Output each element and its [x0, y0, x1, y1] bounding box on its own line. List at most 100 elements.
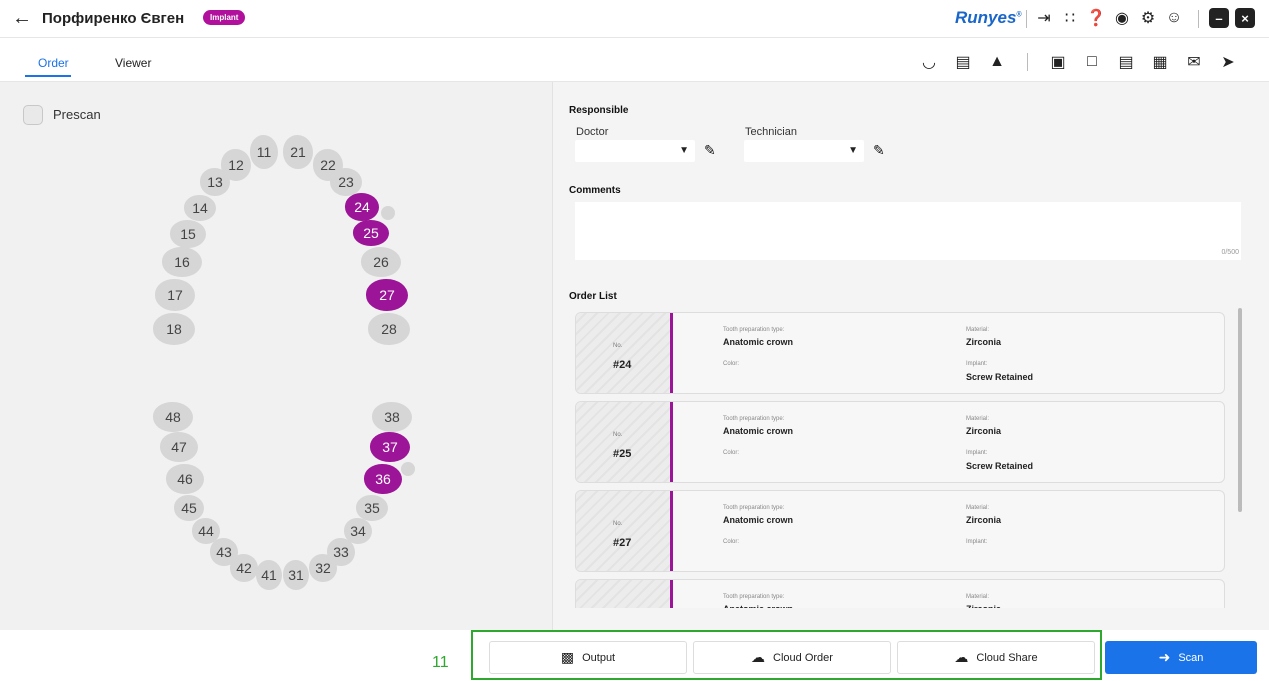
- tooth-47[interactable]: 47: [160, 432, 198, 462]
- tab-order[interactable]: Order: [38, 56, 69, 70]
- responsible-title: Responsible: [569, 105, 629, 116]
- prep-value: Anatomic crown: [723, 337, 794, 347]
- tooth-27[interactable]: 27: [366, 279, 408, 311]
- card-accent-bar: [670, 491, 673, 571]
- cloud-order-button[interactable]: ☁ Cloud Order: [693, 641, 891, 674]
- output-button[interactable]: ▩ Output: [489, 641, 687, 674]
- help-icon[interactable]: ❓: [1086, 8, 1106, 28]
- material-value: Zirconia: [966, 337, 1002, 347]
- color-label: Color:: [723, 450, 740, 456]
- tooth-34[interactable]: 34: [344, 518, 372, 544]
- settings-gear-icon[interactable]: ⚙: [1138, 8, 1158, 28]
- highlight-number: 11: [432, 654, 449, 671]
- implant-marker: [381, 206, 395, 220]
- upper-jaw-icon[interactable]: ◡: [917, 51, 941, 73]
- prescan-checkbox[interactable]: [23, 105, 43, 125]
- tooth-35[interactable]: 35: [356, 495, 388, 521]
- tooth-38[interactable]: 38: [372, 402, 412, 432]
- order-card[interactable]: No. #27 Tooth preparation type: Anatomic cr…: [575, 490, 1225, 572]
- card-accent-bar: [670, 313, 673, 393]
- tab-viewer[interactable]: Viewer: [115, 56, 151, 70]
- tooth-45[interactable]: 45: [174, 495, 204, 521]
- divider: [1198, 10, 1199, 28]
- implant-label: Implant:: [966, 539, 988, 545]
- tooth-14[interactable]: 14: [184, 195, 216, 221]
- folder-icon[interactable]: □: [1080, 51, 1104, 73]
- prescan-label: Prescan: [53, 107, 101, 122]
- close-icon[interactable]: ×: [1235, 8, 1255, 28]
- order-number: #25: [613, 448, 632, 460]
- lower-jaw-icon[interactable]: ▤: [951, 51, 975, 73]
- no-label: No.: [613, 432, 623, 438]
- tooth-31[interactable]: 31: [283, 560, 309, 590]
- cloud-share-button[interactable]: ☁ Cloud Share: [897, 641, 1095, 674]
- tooth-42[interactable]: 42: [230, 554, 258, 582]
- tooth-25[interactable]: 25: [353, 220, 389, 246]
- scan-button[interactable]: ➜ Scan: [1105, 641, 1257, 674]
- comments-title: Comments: [569, 185, 621, 196]
- caret-down-icon: ▼: [679, 145, 689, 156]
- tooth-18[interactable]: 18: [153, 313, 195, 345]
- implant-marker: [401, 462, 415, 476]
- implant-badge: Implant: [203, 10, 246, 25]
- edit-doctor-pencil-icon[interactable]: ✎: [704, 142, 716, 159]
- tooth-thumbnail: [576, 491, 670, 571]
- order-card[interactable]: No. #24 Tooth preparation type: Anatomic cr…: [575, 312, 1225, 394]
- tooth-46[interactable]: 46: [166, 464, 204, 494]
- order-list: No. #24 Tooth preparation type: Anatomic cr…: [575, 312, 1227, 608]
- tooth-48[interactable]: 48: [153, 402, 193, 432]
- caret-down-icon: ▼: [848, 145, 858, 156]
- image-icon[interactable]: ▣: [1046, 51, 1070, 73]
- arrow-right-icon: ➜: [1158, 649, 1171, 665]
- order-card[interactable]: Tooth preparation type:Anatomic crownCol…: [575, 579, 1225, 608]
- tooth-thumbnail: [576, 313, 670, 393]
- back-arrow-icon[interactable]: ←: [12, 8, 32, 28]
- material-value: Zirconia: [966, 515, 1002, 525]
- order-card[interactable]: No. #25 Tooth preparation type: Anatomic cr…: [575, 401, 1225, 483]
- order-list-scrollbar[interactable]: [1238, 308, 1242, 512]
- tooth-17[interactable]: 17: [155, 279, 195, 311]
- tooth-41[interactable]: 41: [256, 560, 282, 590]
- doctor-label: Doctor: [576, 126, 609, 138]
- tooth-36[interactable]: 36: [364, 464, 402, 494]
- save-icon[interactable]: ▦: [1148, 51, 1172, 73]
- tooth-28[interactable]: 28: [368, 313, 410, 345]
- user-account-icon[interactable]: ☺: [1164, 8, 1184, 28]
- technician-select[interactable]: ▼: [744, 140, 864, 162]
- import-icon[interactable]: ⇥: [1034, 8, 1054, 28]
- mail-icon[interactable]: ✉: [1182, 51, 1206, 73]
- tooth-15[interactable]: 15: [170, 220, 206, 248]
- bite-icon[interactable]: ▲: [985, 51, 1009, 73]
- prep-value: Anatomic crown: [723, 426, 794, 436]
- tooth-21[interactable]: 21: [283, 135, 313, 169]
- active-tab-indicator: [25, 75, 71, 77]
- share-icon[interactable]: ➤: [1216, 51, 1240, 73]
- material-label: Material:: [966, 416, 990, 422]
- cloud-upload-icon: ☁: [954, 649, 969, 665]
- material-label: Material:: [966, 594, 990, 600]
- doctor-select[interactable]: ▼: [575, 140, 695, 162]
- document-icon[interactable]: ▤: [1114, 51, 1138, 73]
- connect-icon[interactable]: ∷: [1060, 8, 1080, 28]
- tooth-26[interactable]: 26: [361, 247, 401, 277]
- tooth-24[interactable]: 24: [345, 193, 379, 221]
- tooth-11[interactable]: 11: [250, 135, 278, 169]
- order-number: #27: [613, 537, 632, 549]
- card-accent-bar: [670, 402, 673, 482]
- prep-label: Tooth preparation type:: [723, 416, 785, 422]
- comments-textarea[interactable]: 0/500: [575, 202, 1241, 260]
- tooth-23[interactable]: 23: [330, 168, 362, 196]
- tooth-16[interactable]: 16: [162, 247, 202, 277]
- material-value: Zirconia: [966, 426, 1002, 436]
- minimize-icon[interactable]: –: [1209, 8, 1229, 28]
- edit-technician-pencil-icon[interactable]: ✎: [873, 142, 885, 159]
- tooth-chart-panel: Prescan 11 12 13 14 15 16 17 18 21 22 23 24 25 26 27 28…: [0, 82, 552, 630]
- tooth-13[interactable]: 13: [200, 168, 230, 196]
- implant-label: Implant:: [966, 450, 988, 456]
- bottom-bar: 11 ▩ Output ☁ Cloud Order ☁ Cloud Share ➜ Sc…: [0, 630, 1269, 681]
- order-number: #24: [613, 359, 632, 371]
- cloud-status-icon[interactable]: ◉: [1112, 8, 1132, 28]
- tooth-37[interactable]: 37: [370, 432, 410, 462]
- prep-label: Tooth preparation type:: [723, 505, 785, 511]
- prep-value: Anatomic crown: [723, 515, 794, 525]
